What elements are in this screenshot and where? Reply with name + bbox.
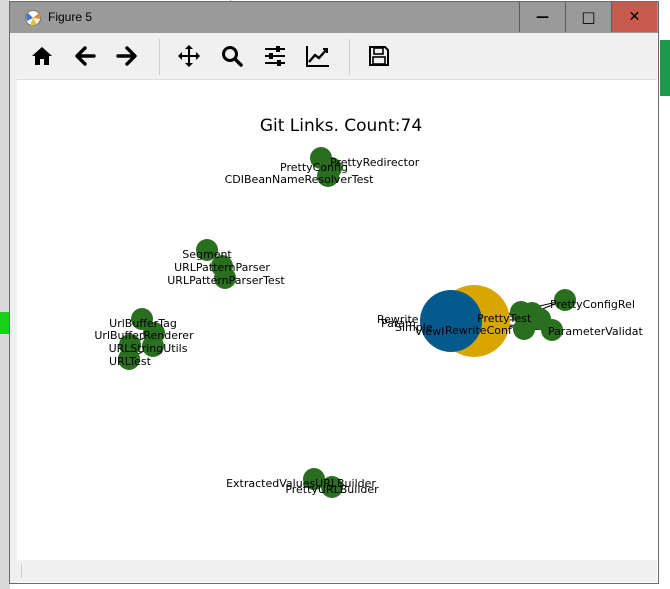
status-grip — [21, 564, 22, 578]
navigation-toolbar — [17, 33, 657, 80]
node-label: Segment — [182, 248, 232, 261]
matplotlib-app-icon — [25, 10, 41, 26]
node-label: UrlBufferRenderer — [94, 329, 194, 342]
node-label: CDIBeanNameResolverTest — [225, 173, 374, 186]
forward-button[interactable] — [112, 41, 142, 71]
close-icon: ✕ — [628, 9, 641, 25]
arrow-right-icon — [116, 46, 137, 66]
configure-subplots-button[interactable] — [260, 41, 290, 71]
maximize-button[interactable]: □ — [565, 2, 611, 32]
home-button[interactable] — [27, 41, 57, 71]
save-button[interactable] — [364, 41, 394, 71]
home-icon — [32, 47, 52, 65]
pan-button[interactable] — [174, 41, 204, 71]
back-button[interactable] — [70, 41, 100, 71]
maximize-icon: □ — [581, 8, 596, 26]
magnifier-icon — [222, 46, 243, 67]
arrow-left-icon — [75, 46, 96, 66]
network-graph: Git Links. Count:74 PrettyRedirectorPret… — [94, 116, 643, 498]
floppy-icon — [369, 46, 389, 66]
window-title: Figure 5 — [48, 10, 93, 24]
node-label: URLPatternParser — [174, 261, 270, 274]
close-button[interactable]: ✕ — [611, 2, 657, 32]
plot-title: Git Links. Count:74 — [260, 116, 422, 136]
window-left-edge — [10, 33, 17, 583]
node-label: PrettyURLBuilder — [285, 483, 379, 496]
status-bar — [17, 560, 657, 582]
node-label: ParameterValidat — [548, 325, 643, 338]
figure-window: Figure 5 — □ ✕ ···· — [9, 1, 659, 584]
graph-labels: PrettyRedirectorPrettyConfigCDIBeanNameR… — [94, 156, 643, 496]
title-bar[interactable]: Figure 5 — □ ✕ — [10, 2, 658, 33]
toolbar-separator — [349, 39, 350, 75]
node-label: RewriteConf — [445, 324, 513, 337]
node-label: URLPatternParserTest — [167, 274, 285, 287]
move-icon — [178, 45, 200, 67]
edit-axis-button[interactable] — [303, 41, 333, 71]
toolbar-separator — [159, 39, 160, 75]
figure-canvas[interactable]: Git Links. Count:74 PrettyRedirector Pret… — [17, 80, 657, 560]
node-label: PrettyTest — [477, 312, 532, 325]
sliders-icon — [265, 46, 285, 66]
node-label: ViewI — [415, 325, 444, 338]
line-chart-icon — [306, 46, 329, 67]
node-label: URLStringUtils — [109, 342, 188, 355]
node-label: URLTest — [109, 355, 152, 368]
minimize-button[interactable]: — — [519, 2, 565, 32]
node-label: PrettyConfigRel — [550, 298, 635, 311]
zoom-button[interactable] — [217, 41, 247, 71]
desktop-background-right-strip — [660, 40, 670, 96]
minimize-icon: — — [536, 9, 549, 25]
